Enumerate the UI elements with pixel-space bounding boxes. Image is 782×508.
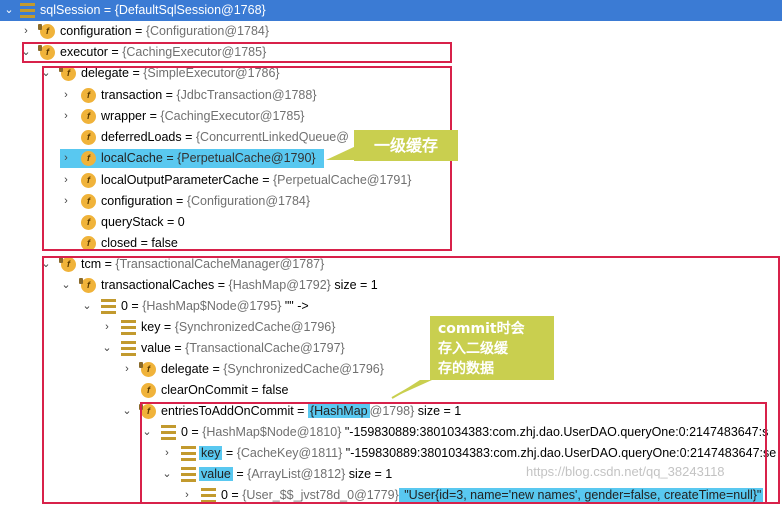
callout-text: 一级缓存 (373, 136, 438, 155)
callout-text-line: 存的数据 (438, 361, 494, 377)
callout-text-line: commit时会 (438, 321, 525, 337)
callout-text-line: 存入二级缓 (438, 341, 508, 357)
callout-second-level-cache: commit时会 存入二级缓 存的数据 (430, 316, 554, 380)
callout-first-level-cache: 一级缓存 (354, 130, 458, 161)
callout-pointer-first-level (326, 146, 356, 160)
callout-pointer-line (391, 381, 421, 399)
callout-pointers (326, 146, 432, 399)
watermark: https://blog.csdn.net/qq_38243118 (526, 464, 725, 479)
